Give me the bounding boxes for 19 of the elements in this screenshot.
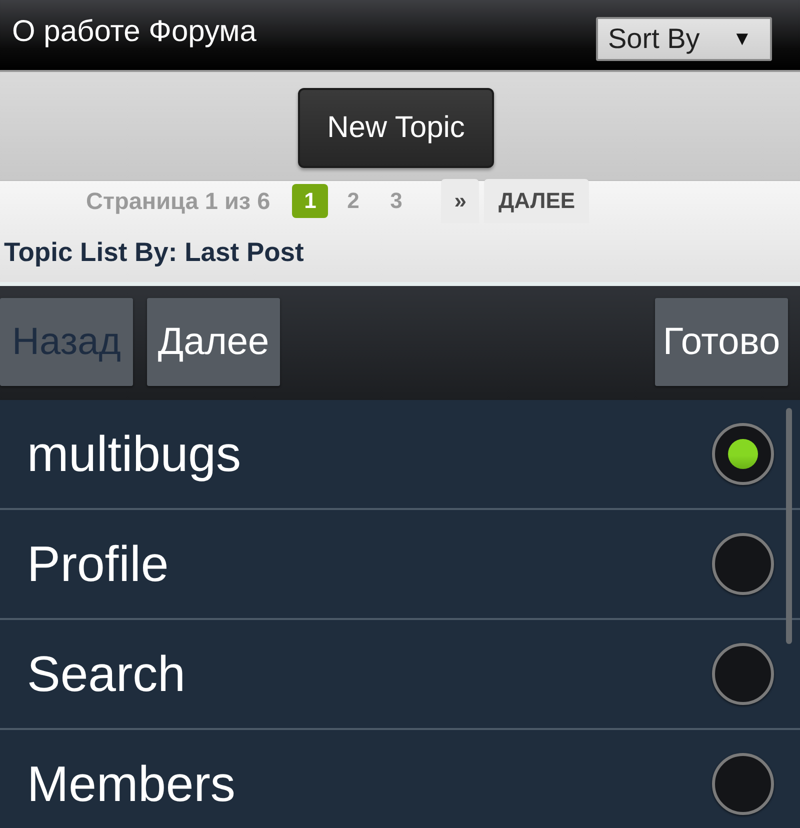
topic-list-sort-label: Topic List By: Last Post (3, 236, 305, 268)
option-label: Search (27, 645, 186, 703)
new-topic-button[interactable]: New Topic (298, 88, 494, 168)
option-label: multibugs (27, 425, 241, 483)
page-count-text: Страница 1 из 6 (86, 188, 270, 214)
next-arrow-button[interactable]: » (441, 179, 480, 223)
option-label: Members (27, 755, 236, 813)
option-label: Profile (27, 535, 169, 593)
radio-selected-icon[interactable] (712, 423, 774, 485)
page-title: О работе Форума (12, 14, 256, 50)
next-page-button[interactable]: ДАЛЕЕ (484, 179, 590, 223)
radio-icon[interactable] (712, 753, 774, 815)
option-row[interactable]: Members (0, 730, 800, 828)
toolbar-button[interactable]: Далее (147, 298, 280, 386)
sort-by-select[interactable]: Sort By ▼ (596, 17, 772, 61)
radio-icon[interactable] (712, 643, 774, 705)
option-row[interactable]: Search (0, 620, 800, 730)
radio-icon[interactable] (712, 533, 774, 595)
toolbar-button[interactable]: Готово (655, 298, 788, 386)
